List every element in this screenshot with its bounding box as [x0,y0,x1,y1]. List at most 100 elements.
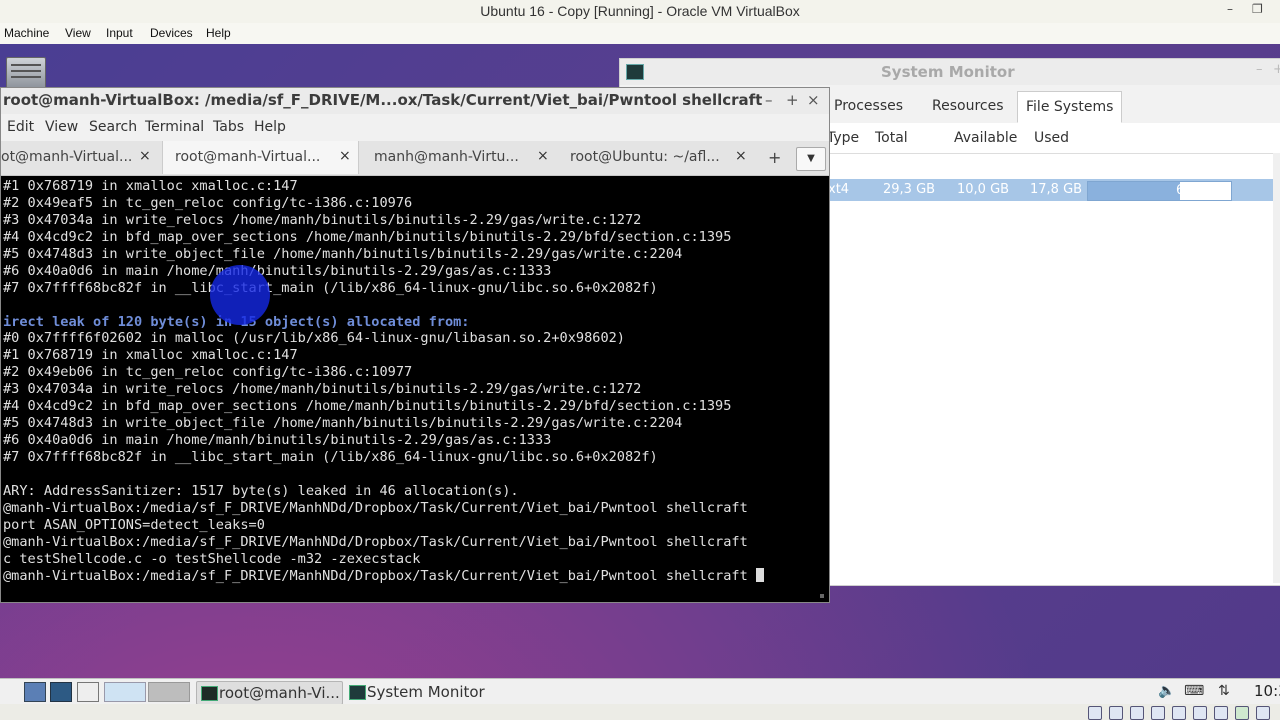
add-tab-icon[interactable]: + [768,148,781,167]
terminal-line: #6 0x40a0d6 in main /home/manh/binutils/… [3,432,552,449]
virtualbox-title: Ubuntu 16 - Copy [Running] - Oracle VM V… [480,3,800,19]
virtualbox-restore-button[interactable]: ❐ [1252,2,1263,16]
guest-taskbar: root@manh-Vi... System Monitor 🔈 ⌨ ⇅ 10:… [0,678,1280,705]
terminal-line: #2 0x49eaf5 in tc_gen_reloc config/tc-i3… [3,194,413,211]
system-monitor-title: System Monitor [881,63,1015,81]
taskbar-system-monitor-button[interactable]: System Monitor [345,681,505,703]
system-monitor-icon [626,64,644,80]
terminal-maximize-button[interactable]: + [786,91,799,109]
terminal-line: #4 0x4cd9c2 in bfd_map_over_sections /ho… [3,228,732,245]
mouse-cursor-highlight [210,265,270,325]
volume-icon[interactable]: 🔈 [1158,683,1175,699]
tab-close-icon[interactable]: × [537,148,549,164]
column-type[interactable]: Type [827,130,859,146]
vb-menu-devices[interactable]: Devices [150,26,193,40]
cell-total: 29,3 GB [883,182,936,197]
terminal-line: #6 0x40a0d6 in main /home/manh/binutils/… [3,262,552,279]
system-monitor-scrollbar[interactable] [1273,153,1280,583]
terminal-scroll-thumb[interactable] [820,594,824,598]
terminal-line: port ASAN_OPTIONS=detect_leaks=0 [3,516,265,533]
optical-drive-icon[interactable] [1109,706,1123,720]
terminal-tab-label: manh@manh-Virtu... [374,149,519,165]
terminal-tab-1[interactable]: ot@manh-Virtual... × [1,141,161,174]
sm-minimize-button[interactable]: – [1256,62,1263,77]
term-menu-tabs[interactable]: Tabs [213,119,244,135]
clock[interactable]: 10:3 [1254,682,1280,700]
system-monitor-titlebar: System Monitor – + [620,59,1280,85]
vb-menu-view[interactable]: View [65,26,91,40]
terminal-line: #3 0x47034a in write_relocs /home/manh/b… [3,211,642,228]
settings-icon[interactable] [50,682,72,702]
taskbar-terminal-button[interactable]: root@manh-Vi... [196,681,343,705]
terminal-line: #3 0x47034a in write_relocs /home/manh/b… [3,381,642,398]
usage-percent: 64 % [1175,183,1209,198]
cell-available: 10,0 GB [957,182,1010,197]
network-adapter-icon[interactable] [1151,706,1165,720]
terminal-cursor [755,567,764,582]
virtualbox-minimize-button[interactable]: – [1227,2,1233,16]
terminal-line: #4 0x4cd9c2 in bfd_map_over_sections /ho… [3,398,732,415]
terminal-line: #2 0x49eb06 in tc_gen_reloc config/tc-i3… [3,364,413,381]
terminal-line: ARY: AddressSanitizer: 1517 byte(s) leak… [3,482,519,499]
tab-resources[interactable]: Resources [924,91,1012,121]
virtualbox-menubar: Machine View Input Devices Help [0,23,1280,45]
vb-menu-input[interactable]: Input [106,26,133,40]
terminal-close-button[interactable]: × [807,91,820,109]
terminal-minimize-button[interactable]: – [765,91,773,109]
shared-folders-icon[interactable] [1193,706,1207,720]
host-key-icon[interactable] [1256,706,1270,720]
terminal-output[interactable]: #1 0x768719 in xmalloc xmalloc.c:147 #2 0… [1,176,829,598]
tabs-dropdown-icon[interactable]: ▼ [796,147,826,171]
terminal-tab-2[interactable]: root@manh-Virtual... × [162,141,359,174]
usb-icon[interactable] [1172,706,1186,720]
terminal-line: #5 0x4748d3 in write_object_file /home/m… [3,415,683,432]
sm-maximize-button[interactable]: + [1273,62,1280,77]
term-menu-search[interactable]: Search [89,119,137,135]
term-menu-edit[interactable]: Edit [7,119,34,135]
tab-close-icon[interactable]: × [735,148,747,164]
video-capture-icon[interactable] [1235,706,1249,720]
terminal-window: root@manh-VirtualBox: /media/sf_F_DRIVE/… [0,87,830,603]
system-monitor-icon [349,685,366,700]
terminal-scrollbar[interactable] [817,176,827,600]
terminal-tab-4[interactable]: root@Ubuntu: ~/afl... × [554,141,754,174]
terminal-tab-label: ot@manh-Virtual... [1,149,133,165]
terminal-titlebar: root@manh-VirtualBox: /media/sf_F_DRIVE/… [1,88,829,114]
column-available[interactable]: Available [954,130,1017,146]
term-menu-help[interactable]: Help [254,119,286,135]
cell-type: xt4 [828,182,850,197]
tab-close-icon[interactable]: × [139,148,151,164]
term-menu-terminal[interactable]: Terminal [145,119,204,135]
terminal-line: c testShellcode.c -o testShellcode -m32 … [3,550,421,567]
taskbar-system-monitor-label: System Monitor [367,683,485,701]
hard-disk-icon[interactable] [1088,706,1102,720]
column-total[interactable]: Total [875,130,908,146]
terminal-line: #5 0x4748d3 in write_object_file /home/m… [3,245,683,262]
desktop-computer-icon[interactable] [6,57,46,89]
virtualbox-statusbar [0,704,1280,720]
terminal-icon [201,686,218,701]
keyboard-icon[interactable]: ⌨ [1184,683,1204,699]
workspace-2[interactable] [148,682,190,702]
terminal-line: #7 0x7ffff68bc82f in __libc_start_main (… [3,279,658,296]
terminal-title: root@manh-VirtualBox: /media/sf_F_DRIVE/… [3,91,763,109]
file-manager-icon[interactable] [24,682,46,702]
term-menu-view[interactable]: View [45,119,78,135]
network-icon[interactable]: ⇅ [1218,683,1230,699]
tab-close-icon[interactable]: × [339,148,351,164]
terminal-line: #0 0x7ffff6f02602 in malloc (/usr/lib/x8… [3,330,625,347]
audio-icon[interactable] [1130,706,1144,720]
column-used[interactable]: Used [1034,130,1069,146]
terminal-tab-label: root@manh-Virtual... [175,149,321,165]
terminal-line: #1 0x768719 in xmalloc xmalloc.c:147 [3,347,298,364]
terminal-launcher-icon[interactable] [77,682,99,702]
vb-menu-machine[interactable]: Machine [4,26,49,40]
virtualbox-titlebar: Ubuntu 16 - Copy [Running] - Oracle VM V… [0,0,1280,24]
cell-used: 17,8 GB [1030,182,1083,197]
vb-menu-help[interactable]: Help [206,26,231,40]
display-icon[interactable] [1214,706,1228,720]
tab-processes[interactable]: Processes [826,91,911,121]
workspace-1[interactable] [104,682,146,702]
tab-file-systems[interactable]: File Systems [1017,91,1123,123]
terminal-tab-3[interactable]: manh@manh-Virtu... × [358,141,553,174]
